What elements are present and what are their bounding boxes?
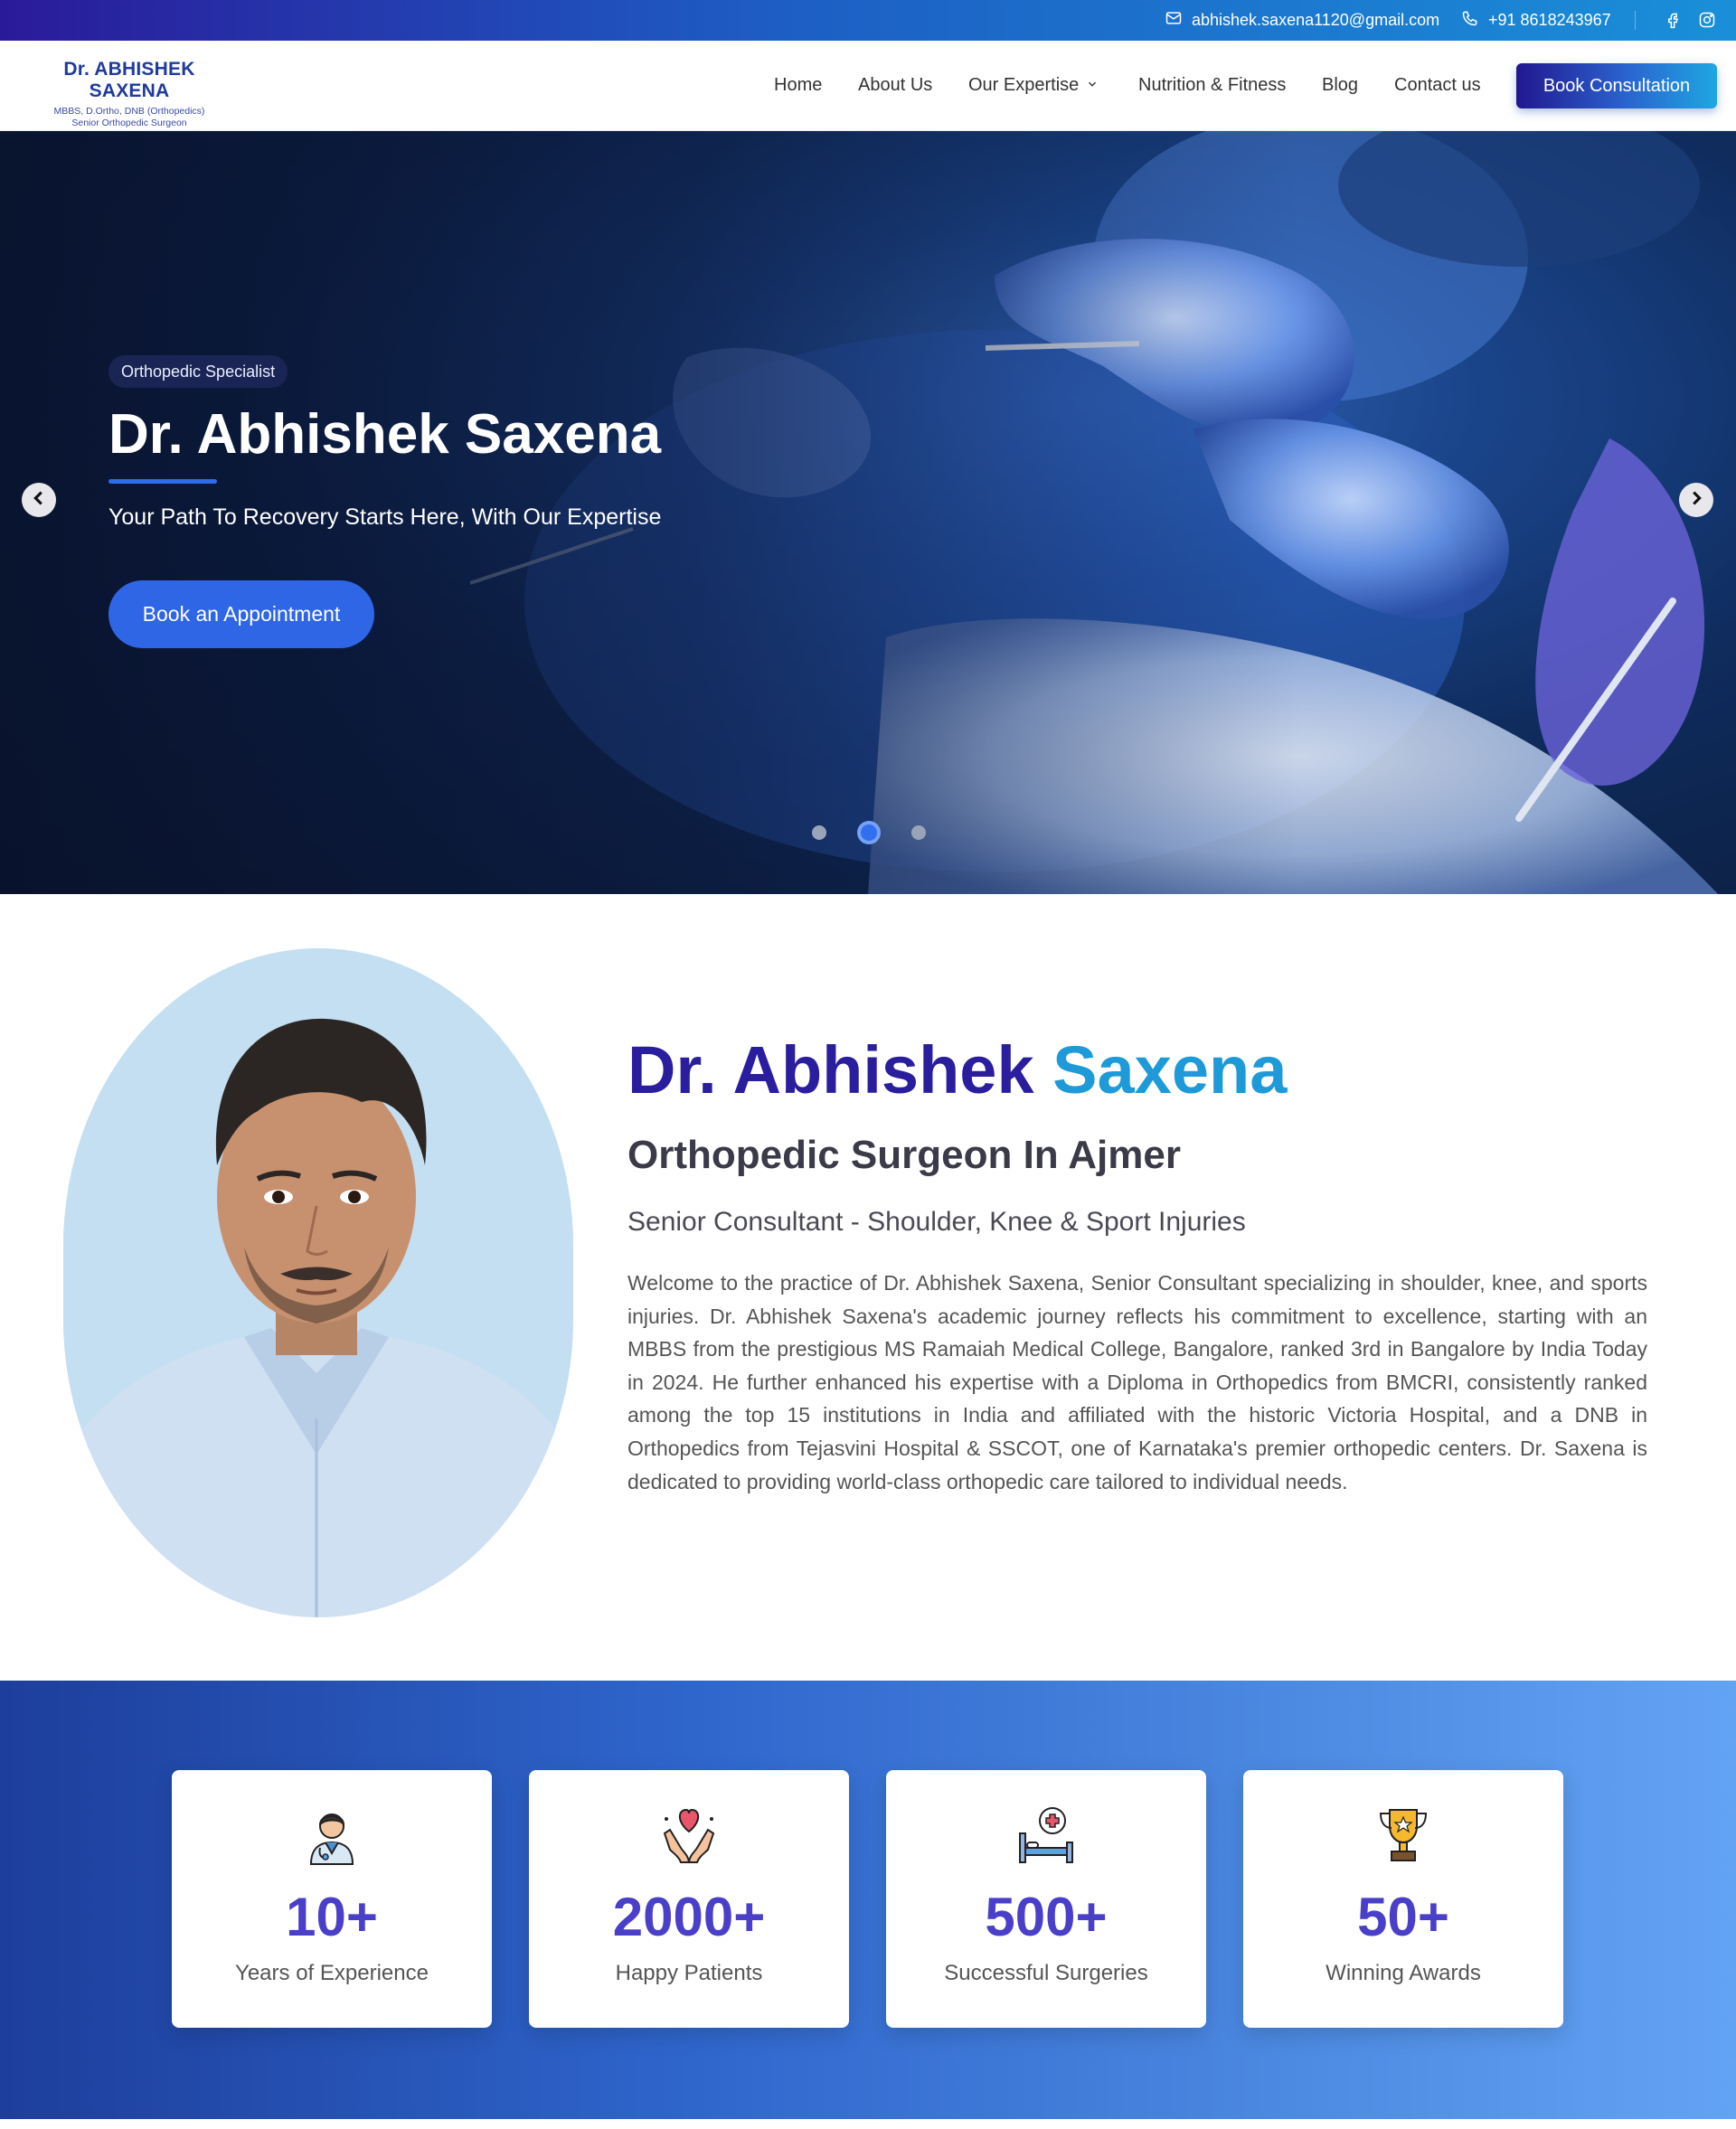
logo-name: Dr. ABHISHEK SAXENA (63, 59, 195, 101)
hero-slider: Orthopedic Specialist Dr. Abhishek Saxen… (0, 131, 1736, 894)
stat-label: Happy Patients (615, 1961, 763, 1985)
slider-next-button[interactable] (1679, 483, 1713, 517)
nav-item-blog[interactable]: Blog (1322, 75, 1358, 96)
slider-dot-1[interactable] (812, 825, 826, 840)
main-navbar: Dr. ABHISHEK SAXENA MBBS, D.Ortho, DNB (… (0, 41, 1736, 131)
nav-item-about-us[interactable]: About Us (858, 75, 932, 96)
about-section: Dr. Abhishek Saxena Orthopedic Surgeon I… (0, 894, 1736, 1681)
email-link[interactable]: abhishek.saxena1120@gmail.com (1165, 0, 1439, 41)
heart-hands-icon (663, 1808, 715, 1863)
doctor-photo (63, 948, 573, 1617)
nav-item-contact-us[interactable]: Contact us (1394, 75, 1481, 96)
stat-value: 500+ (985, 1887, 1108, 1947)
nav-item-label: Our Expertise (968, 75, 1080, 95)
phone-link[interactable]: +91 8618243967 (1461, 0, 1611, 41)
stat-label: Winning Awards (1326, 1961, 1481, 1985)
chevron-down-icon (1086, 75, 1099, 96)
about-title: Orthopedic Surgeon In Ajmer (627, 1133, 1181, 1177)
doctor-portrait (63, 948, 573, 1617)
trophy-icon (1379, 1809, 1428, 1861)
name-last: Saxena (1052, 1032, 1288, 1107)
stat-card-awards: 50+ Winning Awards (1243, 1770, 1563, 2028)
email-text: abhishek.saxena1120@gmail.com (1192, 11, 1440, 29)
book-appointment-button[interactable]: Book an Appointment (108, 580, 374, 648)
about-doctor-name: Dr. Abhishek Saxena (627, 1032, 1287, 1108)
stat-value: 2000+ (612, 1887, 766, 1947)
divider (1635, 11, 1636, 30)
doctor-icon (309, 1813, 354, 1865)
hero-title-underline (108, 479, 217, 484)
slider-prev-button[interactable] (22, 483, 56, 517)
nav-item-home[interactable]: Home (774, 75, 822, 96)
mail-icon (1165, 9, 1183, 32)
phone-text: +91 8618243967 (1488, 11, 1611, 29)
about-description: Welcome to the practice of Dr. Abhishek … (627, 1271, 1647, 1493)
page-bottom-edge (0, 2119, 1736, 2129)
hospital-bed-icon (1019, 1807, 1073, 1863)
nav-item-our-expertise[interactable]: Our Expertise (968, 75, 1099, 96)
name-first: Dr. Abhishek (627, 1032, 1034, 1107)
stat-card-surgeries: 500+ Successful Surgeries (886, 1770, 1206, 2028)
instagram-icon[interactable] (1698, 11, 1716, 33)
slider-dot-2-active[interactable] (857, 821, 881, 844)
about-subtitle: Senior Consultant - Shoulder, Knee & Spo… (627, 1207, 1246, 1237)
stat-label: Successful Surgeries (944, 1961, 1148, 1985)
slider-dot-3[interactable] (911, 825, 926, 840)
book-consultation-button[interactable]: Book Consultation (1516, 63, 1717, 108)
hero-title: Dr. Abhishek Saxena (108, 403, 662, 466)
chevron-right-icon (1686, 488, 1706, 513)
nav-item-nutrition-fitness[interactable]: Nutrition & Fitness (1138, 75, 1286, 96)
stat-value: 50+ (1357, 1887, 1449, 1947)
hero-badge: Orthopedic Specialist (108, 355, 288, 388)
stat-card-patients: 2000+ Happy Patients (529, 1770, 849, 2028)
hero-subtitle: Your Path To Recovery Starts Here, With … (108, 504, 662, 530)
logo-qualifications: MBBS, D.Ortho, DNB (Orthopedics) (53, 106, 205, 117)
stat-label: Years of Experience (235, 1961, 429, 1985)
stat-value: 10+ (286, 1887, 378, 1947)
site-logo[interactable]: Dr. ABHISHEK SAXENA MBBS, D.Ortho, DNB (… (24, 59, 234, 128)
chevron-left-icon (29, 488, 49, 513)
facebook-icon[interactable] (1664, 11, 1682, 33)
top-contact-bar: abhishek.saxena1120@gmail.com +91 861824… (0, 0, 1736, 41)
phone-icon (1461, 9, 1479, 32)
logo-designation: Senior Orthopedic Surgeon (71, 118, 187, 128)
stat-card-experience: 10+ Years of Experience (172, 1770, 492, 2028)
stats-section: 10+ Years of Experience 2000+ Happy Pati… (0, 1681, 1736, 2119)
